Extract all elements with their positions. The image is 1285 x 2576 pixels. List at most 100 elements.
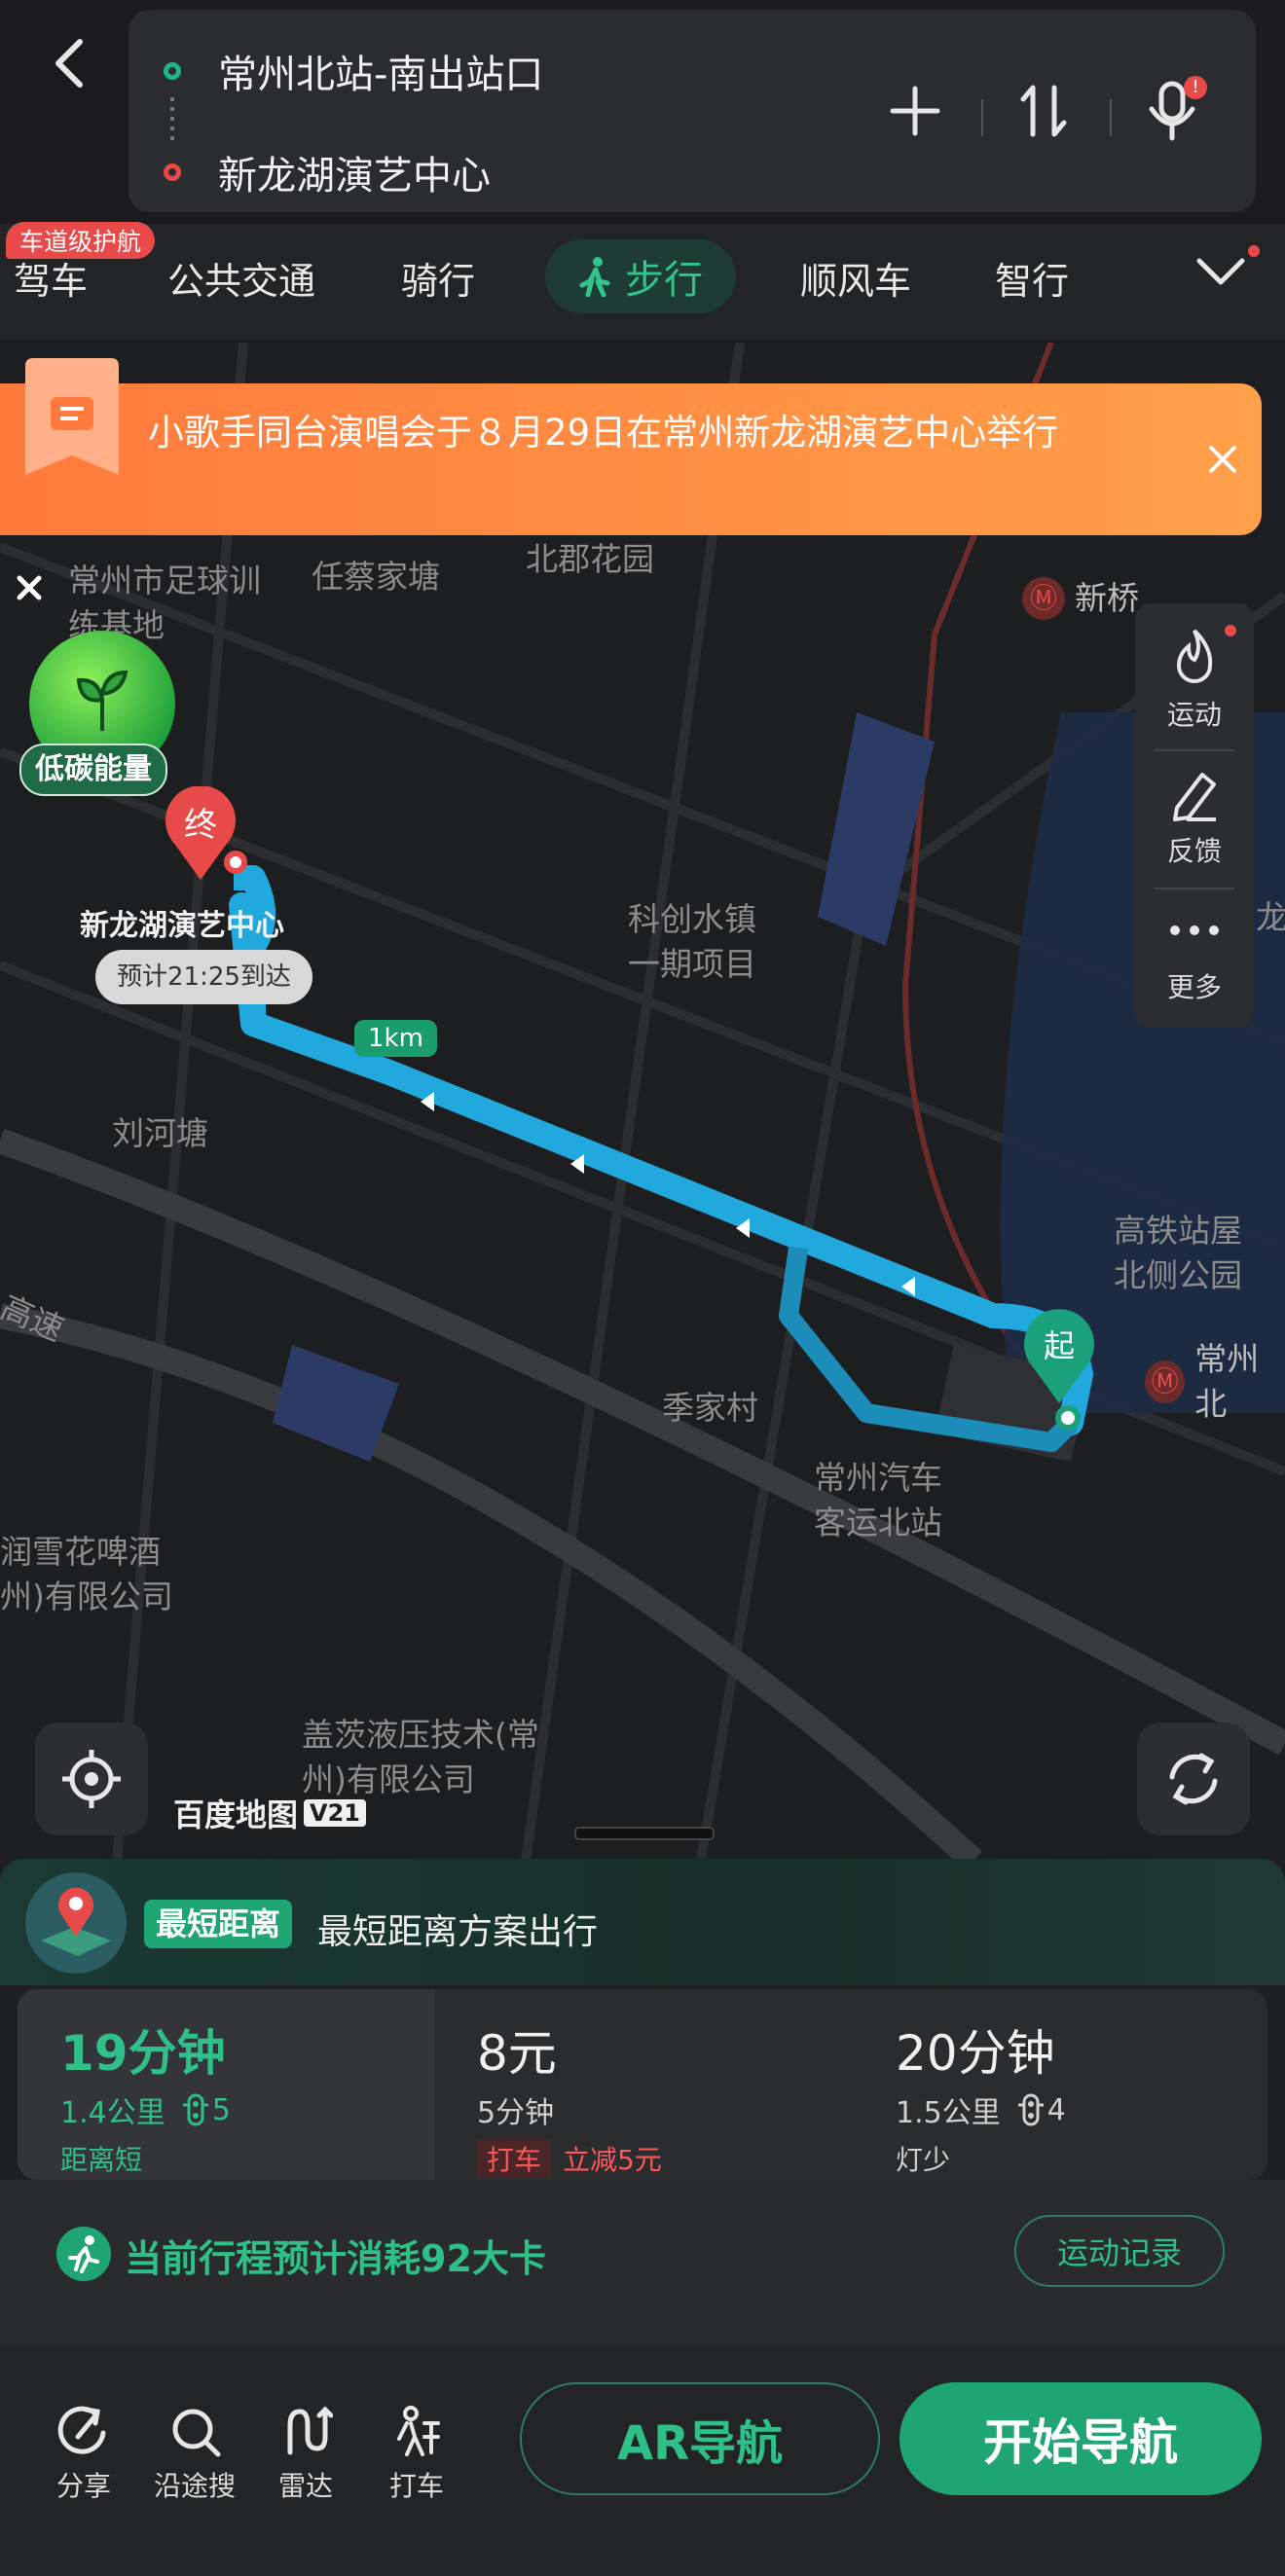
- map-label-station: Ⓜ 常州北: [1145, 1337, 1285, 1427]
- tool-label: 分享: [55, 2470, 111, 2502]
- map-label: 刘河塘: [112, 1114, 208, 1152]
- tab-walking-label: 步行: [625, 258, 703, 303]
- plan-distance: 1.5公里 4: [896, 2092, 1066, 2131]
- exercise-button[interactable]: 运动: [1135, 613, 1254, 749]
- origin-text: 常州北站-南出站口: [218, 53, 544, 97]
- metro-icon: Ⓜ: [1022, 577, 1065, 620]
- map-label: 盖茨液压技术(常州)有限公司: [302, 1716, 539, 1798]
- tab-walking[interactable]: 步行: [545, 239, 736, 313]
- ar-navigation-button[interactable]: AR导航: [520, 2382, 880, 2495]
- swap-icon: [1020, 85, 1067, 137]
- map-label: 北郡花园: [526, 540, 654, 578]
- plan-option-fewer-lights[interactable]: 20分钟 1.5公里 4 灯少: [851, 1989, 1267, 2180]
- map-view[interactable]: 常州市足球训练基地 任蔡家塘 北郡花园 Ⓜ 新桥 科创水镇一期项目 刘河塘 高铁…: [0, 343, 1285, 1861]
- chevron-down-icon: [1196, 258, 1245, 285]
- map-label: 润雪花啤酒州)有限公司: [0, 1533, 173, 1615]
- close-icon[interactable]: [1205, 442, 1240, 477]
- feedback-button[interactable]: 反馈: [1135, 751, 1254, 888]
- traffic-light-icon: [182, 2093, 208, 2126]
- side-label: 更多: [1166, 971, 1222, 1003]
- tab-smart[interactable]: 智行: [995, 251, 1069, 305]
- tool-label: 沿途搜: [153, 2470, 236, 2502]
- more-button[interactable]: 更多: [1135, 889, 1254, 1026]
- notice-text: 小歌手同台演唱会于８月29日在常州新龙湖演艺中心举行: [148, 412, 1059, 454]
- destination-label: 新龙湖演艺中心: [80, 909, 284, 943]
- pencil-icon: [1173, 773, 1216, 821]
- promo-text: 立减5元: [563, 2144, 662, 2176]
- start-marker[interactable]: 起: [1018, 1308, 1100, 1405]
- low-carbon-label: 低碳能量: [19, 744, 167, 796]
- route-connector: [170, 97, 174, 140]
- map-label: 季家村: [662, 1389, 758, 1427]
- map-label-station: Ⓜ 新桥: [1022, 576, 1139, 621]
- voice-button[interactable]: !: [1141, 76, 1207, 142]
- route-input-box: 常州北站-南出站口 新龙湖演艺中心 !: [128, 10, 1256, 212]
- side-label: 运动: [1166, 699, 1222, 731]
- tab-cycling[interactable]: 骑行: [401, 251, 475, 305]
- taxi-icon: [397, 2406, 440, 2456]
- radar-button[interactable]: 雷达: [257, 2404, 354, 2504]
- tool-label: 打车: [388, 2470, 444, 2502]
- plan-option-shortest[interactable]: 19分钟 1.4公里 5 距离短: [18, 1989, 434, 2180]
- end-point: [224, 851, 247, 874]
- chevron-left-icon: [55, 39, 83, 88]
- plan-tag: 最短距离: [144, 1900, 293, 1948]
- plan-option-taxi[interactable]: 8元 5分钟 打车 立减5元: [434, 1989, 851, 2180]
- divider: [1110, 99, 1112, 136]
- map-label: 常州汽车客运北站: [814, 1459, 942, 1542]
- plan-time: 19分钟: [60, 2025, 226, 2082]
- eta-bubble: 预计21:25到达: [95, 950, 312, 1004]
- run-icon-bg: [56, 2227, 111, 2281]
- add-waypoint-button[interactable]: [884, 80, 946, 142]
- map-side-panel: 运动 反馈 更多: [1135, 603, 1254, 1028]
- exercise-record-button[interactable]: 运动记录: [1014, 2215, 1225, 2287]
- locate-icon: [62, 1750, 121, 1808]
- plan-distance: 1.4公里 5: [60, 2092, 231, 2131]
- origin-field[interactable]: 常州北站-南出站口: [164, 43, 543, 99]
- travel-mode-tabs: 驾车 公共交通 骑行 步行 顺风车 智行: [0, 224, 1285, 341]
- plan-note: 距离短: [60, 2144, 143, 2176]
- tab-ride-share[interactable]: 顺风车: [800, 251, 911, 305]
- share-icon: [57, 2406, 106, 2454]
- map-pin-icon: [41, 1887, 111, 1956]
- calorie-text: 当前行程预计消耗92大卡: [125, 2237, 546, 2280]
- start-navigation-button[interactable]: 开始导航: [900, 2382, 1262, 2495]
- locate-button[interactable]: [35, 1723, 148, 1835]
- expand-tabs-button[interactable]: [1193, 245, 1262, 309]
- search-along-button[interactable]: 沿途搜: [146, 2404, 243, 2504]
- close-widget-button[interactable]: [10, 568, 49, 607]
- start-point: [1055, 1405, 1081, 1431]
- plan-description: 最短距离方案出行: [317, 1912, 599, 1952]
- plan-promo: 打车 立减5元: [477, 2139, 662, 2178]
- traffic-light-icon: [1017, 2093, 1044, 2126]
- back-button[interactable]: [29, 29, 107, 97]
- tool-label: 雷达: [277, 2470, 333, 2502]
- plan-icon: [25, 1872, 127, 1974]
- run-icon: [68, 2235, 99, 2273]
- map-version: V21: [304, 1799, 366, 1827]
- side-label: 反馈: [1166, 835, 1222, 867]
- map-brand: 百度地图 V21: [173, 1791, 366, 1835]
- map-label: 龙: [1256, 898, 1285, 936]
- refresh-route-button[interactable]: [1137, 1723, 1250, 1835]
- destination-field[interactable]: 新龙湖演艺中心: [164, 144, 491, 200]
- event-notice-banner[interactable]: 小歌手同台演唱会于８月29日在常州新龙湖演艺中心举行: [0, 358, 1262, 535]
- sheet-handle[interactable]: [574, 1827, 715, 1840]
- share-button[interactable]: 分享: [35, 2404, 132, 2504]
- taxi-button[interactable]: 打车: [368, 2404, 465, 2504]
- taxi-tag: 打车: [477, 2139, 552, 2178]
- more-icon: [1170, 925, 1219, 935]
- swap-button[interactable]: [1012, 80, 1075, 142]
- map-label: 高铁站屋北侧公园: [1114, 1212, 1242, 1294]
- tab-drive[interactable]: 驾车: [14, 251, 88, 305]
- calorie-bar: 当前行程预计消耗92大卡 运动记录: [0, 2180, 1285, 2345]
- origin-dot-icon: [164, 62, 181, 80]
- notification-dot: [1225, 625, 1236, 636]
- close-icon: [17, 575, 42, 600]
- end-marker-label: 终: [184, 806, 217, 845]
- plan-note: 灯少: [896, 2144, 951, 2176]
- voice-badge: !: [1184, 76, 1207, 99]
- tab-transit[interactable]: 公共交通: [167, 251, 315, 305]
- flame-icon: [1176, 629, 1213, 683]
- message-icon: [25, 358, 119, 475]
